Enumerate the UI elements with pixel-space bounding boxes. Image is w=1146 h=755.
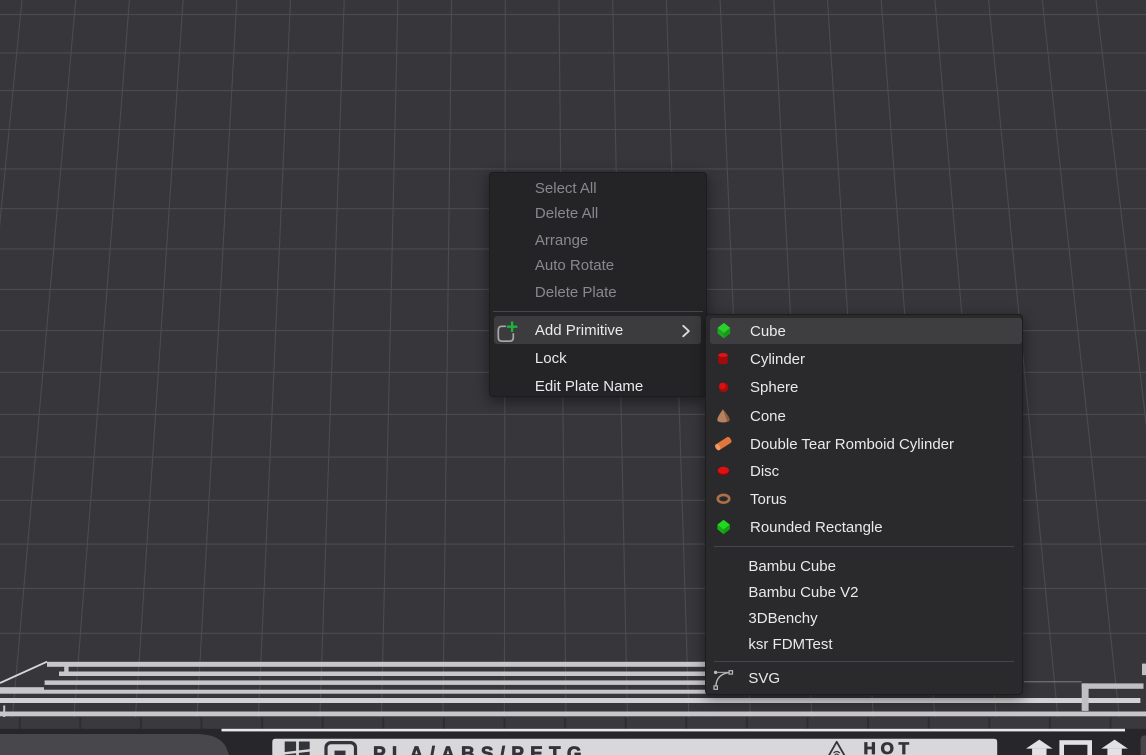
svg-text:HOT: HOT — [864, 739, 914, 755]
svg-text:PLA/ABS/PETG: PLA/ABS/PETG — [373, 744, 588, 755]
